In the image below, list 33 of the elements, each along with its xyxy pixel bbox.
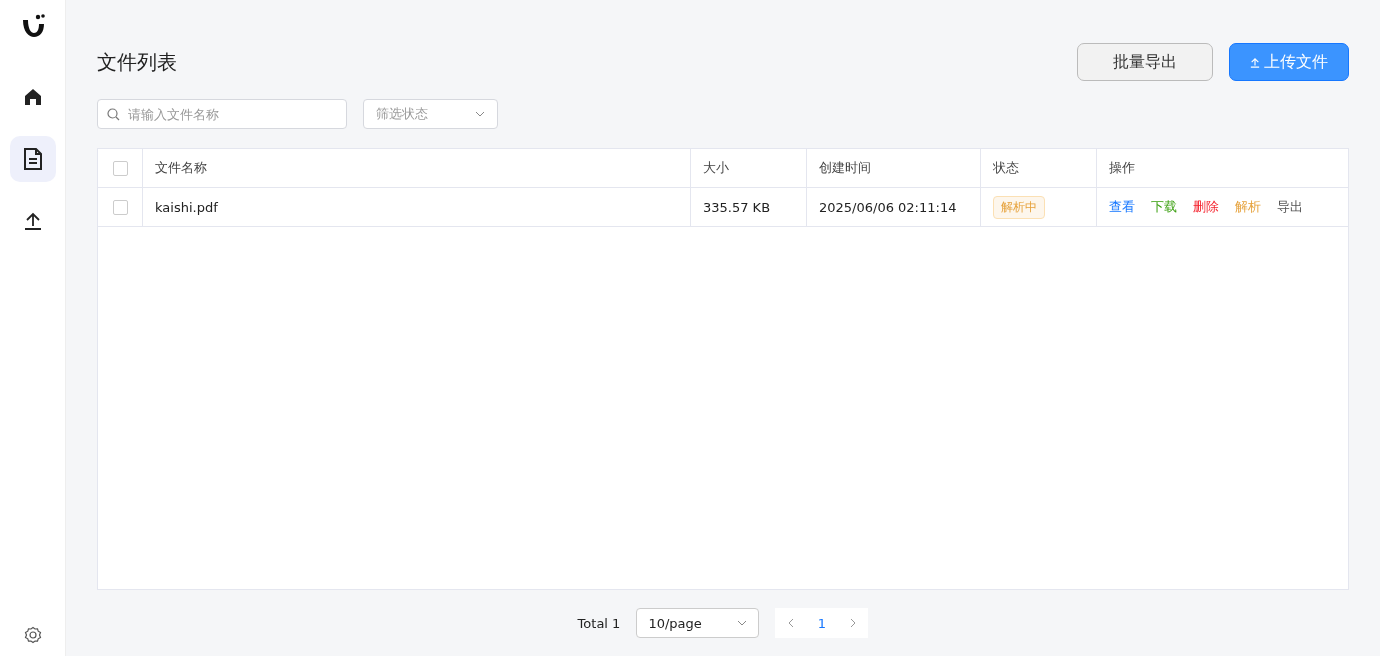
document-icon (22, 148, 43, 170)
table-cell: 335.57 KB (703, 199, 771, 215)
page-size-dropdown[interactable]: 10/page (636, 608, 760, 638)
home-icon (22, 87, 43, 107)
chevron-down-icon (475, 111, 485, 117)
checkbox[interactable] (112, 160, 128, 176)
action-link[interactable]: 解析 (1235, 198, 1261, 216)
column-header: 大小 (703, 159, 729, 177)
column-header: 操作 (1109, 159, 1135, 177)
sidebar-item[interactable] (9, 136, 56, 182)
action-link[interactable]: 导出 (1277, 198, 1303, 216)
table-cell: kaishi.pdf (155, 199, 218, 215)
settings-icon[interactable] (23, 626, 42, 644)
page-title: 文件列表 (97, 48, 177, 76)
upload-icon (22, 211, 43, 231)
column-header: 文件名称 (155, 159, 207, 177)
chevron-right-icon (849, 618, 856, 628)
chevron-left-icon (787, 618, 794, 628)
action-link[interactable]: 下载 (1151, 198, 1177, 216)
table-cell: 2025/06/06 02:11:14 (819, 199, 957, 215)
total-count: Total 1 (577, 615, 621, 631)
column-header: 状态 (993, 159, 1019, 177)
action-link[interactable]: 查看 (1109, 198, 1135, 216)
status-dropdown[interactable]: 筛选状态 (363, 99, 498, 129)
column-header: 创建时间 (819, 159, 871, 177)
export-button[interactable]: 批量导出 (1077, 43, 1213, 81)
search-field[interactable]: 请输入文件名称 (97, 99, 347, 129)
action-link[interactable]: 删除 (1193, 198, 1219, 216)
checkbox[interactable] (112, 199, 128, 215)
upload-icon (1250, 55, 1260, 69)
chevron-down-icon (737, 620, 748, 626)
upload-button[interactable]: 上传文件 (1229, 43, 1349, 81)
status-tag: 解析中 (993, 195, 1045, 219)
